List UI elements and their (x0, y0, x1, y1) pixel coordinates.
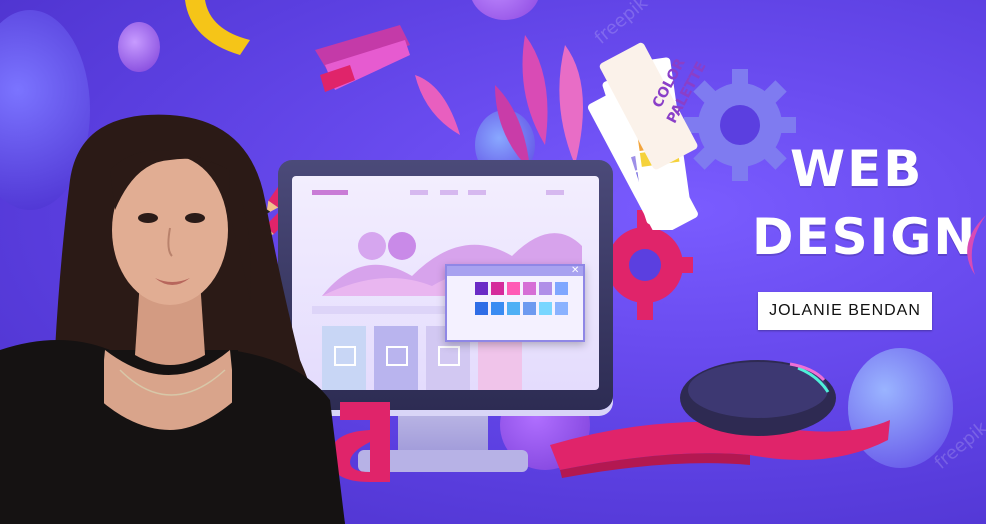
screen-menu-bar (468, 190, 486, 195)
web-design-banner: COLOR PALETTE ✕ WEB DESIGN JOLANIE BENDA… (0, 0, 986, 524)
color-swatch (491, 302, 504, 315)
screen-menu-bar (410, 190, 428, 195)
close-icon: ✕ (571, 265, 580, 276)
color-swatch (491, 282, 504, 295)
mouse-graphic (680, 360, 836, 436)
swatch-popup: ✕ (445, 264, 585, 342)
person-photo (0, 100, 350, 524)
color-swatch (555, 282, 568, 295)
top-center-sphere (470, 0, 540, 20)
title-design: DESIGN (752, 208, 978, 266)
popup-title-bar (447, 266, 583, 276)
magenta-ribbon-shape (315, 25, 410, 92)
screen-menu-bar (440, 190, 458, 195)
screen-menu-bar (546, 190, 564, 195)
color-swatch (507, 282, 520, 295)
small-purple-sphere (118, 22, 160, 72)
screen-card (374, 326, 418, 390)
color-swatch (523, 282, 536, 295)
swatch-grid (475, 282, 571, 326)
color-swatch (523, 302, 536, 315)
person-illustration (0, 114, 345, 524)
color-swatch (539, 302, 552, 315)
color-swatch (507, 302, 520, 315)
color-swatch (475, 282, 488, 295)
right-edge-leaf-shape (967, 215, 986, 275)
pink-leaves-shape (415, 35, 583, 170)
color-swatch (475, 302, 488, 315)
author-name-label: JOLANIE BENDAN (758, 292, 932, 330)
color-swatch (539, 282, 552, 295)
color-swatch (555, 302, 568, 315)
yellow-arc-shape (185, 0, 250, 55)
title-web: WEB (790, 140, 924, 198)
